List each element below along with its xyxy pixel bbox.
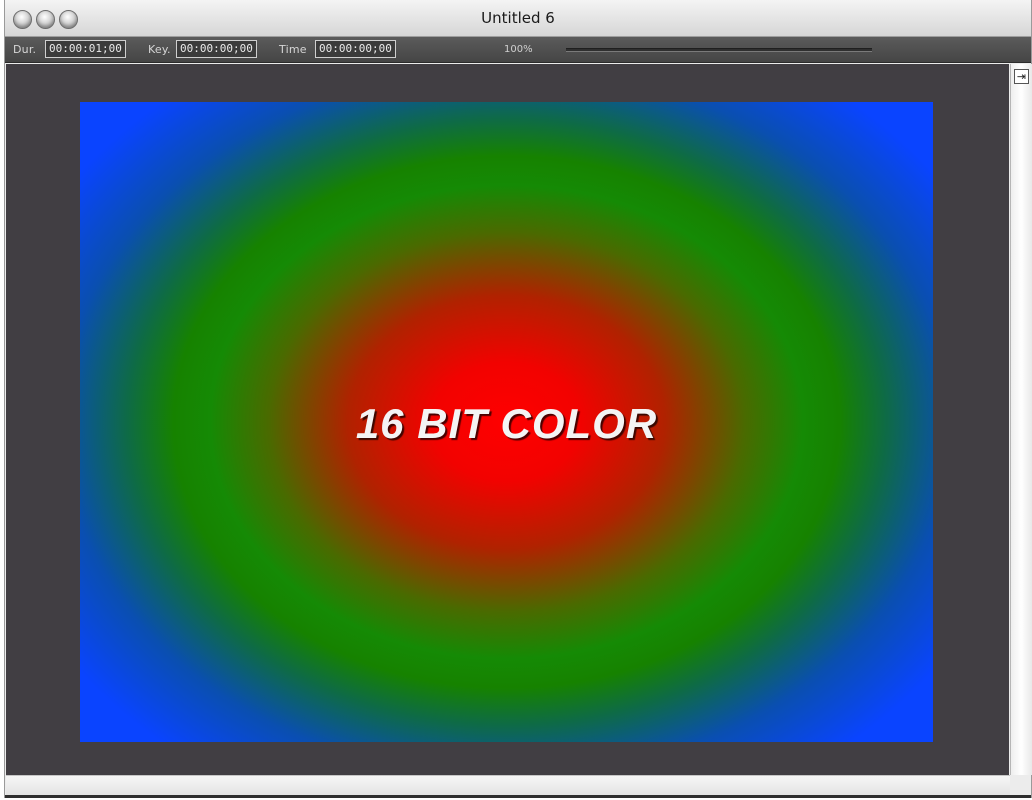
window: Untitled 6 Dur. 00:00:01;00 Key. 00:00:0… <box>4 0 1032 798</box>
viewer-area: 16 BIT COLOR <box>6 64 1009 775</box>
title-bar[interactable]: Untitled 6 <box>5 0 1031 37</box>
window-title: Untitled 6 <box>481 9 555 27</box>
zoom-slider[interactable] <box>566 48 872 52</box>
key-field[interactable]: 00:00:00;00 <box>176 40 257 58</box>
time-field[interactable]: 00:00:00;00 <box>315 40 396 58</box>
horizontal-scrollbar[interactable] <box>6 775 1010 795</box>
canvas-title-text: 16 BIT COLOR <box>355 400 658 447</box>
zoom-level: 100% <box>504 44 533 55</box>
duration-label: Dur. <box>13 43 37 56</box>
vertical-scrollbar[interactable]: ⇥ <box>1010 64 1032 775</box>
window-bottom-edge <box>5 795 1031 798</box>
key-label: Key. <box>148 43 171 56</box>
time-label: Time <box>279 43 307 56</box>
duration-field[interactable]: 00:00:01;00 <box>45 40 126 58</box>
panel-toggle-icon[interactable]: ⇥ <box>1014 69 1029 84</box>
preview-canvas: 16 BIT COLOR <box>80 102 933 742</box>
timecode-toolbar: Dur. 00:00:01;00 Key. 00:00:00;00 Time 0… <box>5 37 1031 63</box>
